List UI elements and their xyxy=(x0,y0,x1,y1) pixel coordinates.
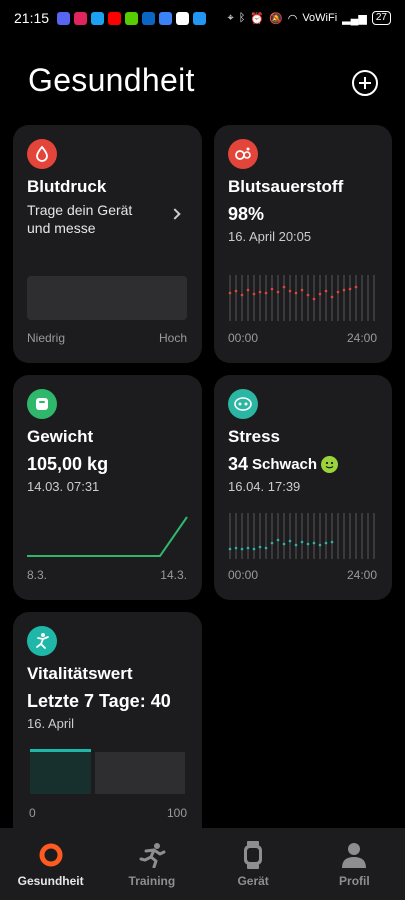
nav-item-profil[interactable]: Profil xyxy=(304,828,405,900)
stress-level: Schwach xyxy=(252,456,318,473)
person-icon xyxy=(340,842,368,868)
vitality-progress-track xyxy=(95,752,185,794)
network-label: VoWiFi xyxy=(302,12,338,24)
discord-icon xyxy=(57,11,71,25)
weight-card[interactable]: Gewicht 105,00 kg 14.03. 07:31 8.3. 14.3… xyxy=(13,375,202,600)
status-right: ⌖ ᛒ ⏰ 🔕 ◠ VoWiFi ▂▄▆ 27 xyxy=(227,11,391,25)
health-ring-icon xyxy=(37,842,65,868)
page-title: Gesundheit xyxy=(28,62,195,98)
blood-pressure-card[interactable]: Blutdruck Trage dein Gerät und messe Nie… xyxy=(13,125,202,363)
oxygen-icon xyxy=(228,139,258,169)
axis-low-label: Niedrig xyxy=(27,331,66,345)
blood-oxygen-chart xyxy=(228,275,375,321)
blood-pressure-title: Blutdruck xyxy=(27,177,107,196)
axis-start-label: 0 xyxy=(29,806,36,820)
weight-title: Gewicht xyxy=(27,427,94,446)
nav-label: Training xyxy=(128,874,176,888)
notification-icons xyxy=(57,11,207,25)
vitality-date: 16. April xyxy=(27,716,74,731)
wifi-icon: ◠ xyxy=(287,12,298,25)
nav-item-gesundheit[interactable]: Gesundheit xyxy=(0,828,101,900)
stress-title: Stress xyxy=(228,427,280,446)
vitality-icon xyxy=(27,626,57,656)
status-time: 21:15 xyxy=(14,10,50,26)
nav-label: Profil xyxy=(339,874,370,888)
nav-item-geraet[interactable]: Gerät xyxy=(203,828,304,900)
blood-oxygen-value: 98% xyxy=(228,204,265,224)
blood-pressure-range-bar xyxy=(27,276,187,320)
mail-icon xyxy=(159,11,173,25)
app-icon xyxy=(91,11,105,25)
add-button[interactable] xyxy=(352,70,378,96)
vitality-progress-fill xyxy=(30,752,91,794)
app-icon xyxy=(176,11,190,25)
bluetooth-icon: ᛒ xyxy=(238,12,246,24)
alarm-icon: ⏰ xyxy=(250,12,264,25)
vitality-title: Vitalitätswert xyxy=(27,664,133,683)
mute-icon: 🔕 xyxy=(269,12,283,25)
youtube-icon xyxy=(108,11,122,25)
axis-end-label: 14.3. xyxy=(160,568,187,582)
weight-date: 14.03. 07:31 xyxy=(27,479,100,494)
watch-icon xyxy=(239,841,267,869)
battery-icon: 27 xyxy=(371,11,391,25)
duolingo-icon xyxy=(125,11,139,25)
axis-end-label: 24:00 xyxy=(346,331,377,345)
axis-start-label: 8.3. xyxy=(27,568,48,582)
app-icon xyxy=(74,11,88,25)
axis-high-label: Hoch xyxy=(158,331,187,345)
blood-pressure-description: Trage dein Gerät und messe xyxy=(27,202,133,236)
nav-label: Gerät xyxy=(237,874,269,888)
running-icon xyxy=(138,842,166,868)
axis-end-label: 100 xyxy=(166,806,187,820)
stress-card[interactable]: Stress 34 Schwach 16.04. 17:39 00:00 24:… xyxy=(214,375,392,600)
nav-label: Gesundheit xyxy=(17,874,84,888)
blood-drop-icon xyxy=(27,139,57,169)
axis-start-label: 00:00 xyxy=(228,331,259,345)
vitality-card[interactable]: Vitalitätswert Letzte 7 Tage: 40 16. Apr… xyxy=(13,612,202,830)
status-bar: 21:15 ⌖ ᛒ ⏰ 🔕 ◠ VoWiFi ▂▄▆ 27 xyxy=(0,0,405,36)
smiley-icon xyxy=(321,456,339,473)
location-icon: ⌖ xyxy=(227,11,234,24)
calendar-icon xyxy=(193,11,207,25)
stress-chart xyxy=(228,513,375,559)
app-icon xyxy=(142,11,156,25)
weight-chart xyxy=(27,516,188,557)
stress-date: 16.04. 17:39 xyxy=(228,479,301,494)
blood-oxygen-date: 16. April 20:05 xyxy=(228,229,312,244)
bottom-navigation: Gesundheit Training Gerät Profil xyxy=(0,828,405,900)
axis-start-label: 00:00 xyxy=(228,568,259,582)
blood-oxygen-card[interactable]: Blutsauerstoff 98% 16. April 20:05 00:00… xyxy=(214,125,392,363)
chevron-right-icon[interactable] xyxy=(169,208,181,220)
axis-end-label: 24:00 xyxy=(346,568,377,582)
scale-icon xyxy=(27,389,57,419)
stress-value: 34 xyxy=(228,454,249,474)
stress-icon xyxy=(228,389,258,419)
vitality-value: Letzte 7 Tage: 40 xyxy=(27,691,171,711)
weight-value: 105,00 kg xyxy=(27,454,109,474)
blood-oxygen-title: Blutsauerstoff xyxy=(228,177,344,196)
nav-item-training[interactable]: Training xyxy=(101,828,202,900)
signal-icon: ▂▄▆ xyxy=(342,12,367,25)
